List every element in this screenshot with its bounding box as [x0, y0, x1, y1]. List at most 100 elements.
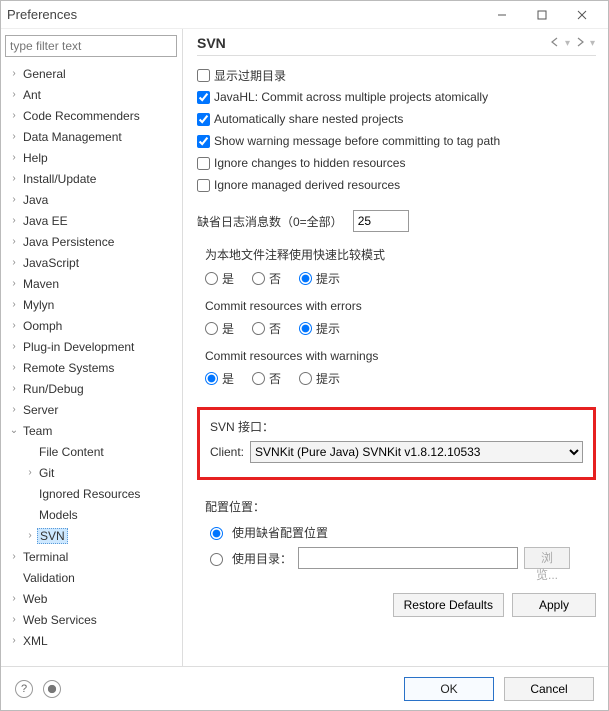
chevron-right-icon[interactable]: ›	[7, 89, 21, 100]
tree-item-plug-in-development[interactable]: ›Plug-in Development	[5, 336, 178, 357]
tree-item-help[interactable]: ›Help	[5, 147, 178, 168]
record-icon[interactable]	[43, 680, 61, 698]
tree-item-xml[interactable]: ›XML	[5, 630, 178, 651]
chevron-right-icon[interactable]: ›	[7, 593, 21, 604]
tree-item-server[interactable]: ›Server	[5, 399, 178, 420]
chevron-right-icon[interactable]: ›	[7, 152, 21, 163]
cancel-button[interactable]: Cancel	[504, 677, 594, 701]
config-dir-input[interactable]	[298, 547, 518, 569]
checkbox-input[interactable]	[197, 135, 210, 148]
chevron-right-icon[interactable]: ›	[7, 362, 21, 373]
radio-yes[interactable]: 是	[205, 320, 234, 337]
tree-item-svn[interactable]: ›SVN	[5, 525, 178, 546]
ok-button[interactable]: OK	[404, 677, 494, 701]
checkbox-input[interactable]	[197, 69, 210, 82]
tree-item-install-update[interactable]: ›Install/Update	[5, 168, 178, 189]
checkbox-input[interactable]	[197, 179, 210, 192]
checkbox-javahl[interactable]: JavaHL: Commit across multiple projects …	[197, 86, 596, 108]
chevron-right-icon[interactable]: ›	[7, 194, 21, 205]
checkbox-ignore-hidden[interactable]: Ignore changes to hidden resources	[197, 152, 596, 174]
checkbox-input[interactable]	[197, 91, 210, 104]
radio-prompt[interactable]: 提示	[299, 370, 340, 387]
tree-item-remote-systems[interactable]: ›Remote Systems	[5, 357, 178, 378]
chevron-right-icon[interactable]: ›	[7, 404, 21, 415]
radio-no[interactable]: 否	[252, 320, 281, 337]
client-select[interactable]: SVNKit (Pure Java) SVNKit v1.8.12.10533	[250, 441, 583, 463]
apply-button[interactable]: Apply	[512, 593, 596, 617]
nav-dropdown-icon[interactable]: ▾	[590, 38, 595, 49]
radio-no[interactable]: 否	[252, 270, 281, 287]
chevron-right-icon[interactable]: ›	[23, 530, 37, 541]
tree-item-file-content[interactable]: File Content	[5, 441, 178, 462]
help-icon[interactable]: ?	[15, 680, 33, 698]
tree-item-mylyn[interactable]: ›Mylyn	[5, 294, 178, 315]
chevron-right-icon[interactable]: ›	[7, 299, 21, 310]
restore-defaults-button[interactable]: Restore Defaults	[393, 593, 504, 617]
browse-button[interactable]: 浏览...	[524, 547, 570, 569]
chevron-right-icon[interactable]: ›	[7, 341, 21, 352]
tree-item-models[interactable]: Models	[5, 504, 178, 525]
tree-item-data-management[interactable]: ›Data Management	[5, 126, 178, 147]
default-log-row: 缺省日志消息数（0=全部）	[197, 210, 596, 232]
chevron-right-icon[interactable]: ›	[7, 551, 21, 562]
checkbox-input[interactable]	[197, 157, 210, 170]
nav-dropdown-icon[interactable]: ▾	[565, 38, 570, 49]
tree-item-terminal[interactable]: ›Terminal	[5, 546, 178, 567]
tree-item-java-ee[interactable]: ›Java EE	[5, 210, 178, 231]
chevron-right-icon[interactable]: ›	[7, 257, 21, 268]
tree-item-general[interactable]: ›General	[5, 63, 178, 84]
chevron-right-icon[interactable]: ›	[7, 278, 21, 289]
preferences-tree[interactable]: ›General›Ant›Code Recommenders›Data Mana…	[5, 63, 178, 651]
checkbox-warn-tag[interactable]: Show warning message before committing t…	[197, 130, 596, 152]
radio-label: 使用目录：	[232, 550, 292, 567]
tree-item-team[interactable]: ⌄Team	[5, 420, 178, 441]
default-log-input[interactable]	[353, 210, 409, 232]
chevron-right-icon[interactable]: ›	[7, 236, 21, 247]
tree-item-web-services[interactable]: ›Web Services	[5, 609, 178, 630]
tree-item-ignored-resources[interactable]: Ignored Resources	[5, 483, 178, 504]
tree-item-code-recommenders[interactable]: ›Code Recommenders	[5, 105, 178, 126]
tree-item-web[interactable]: ›Web	[5, 588, 178, 609]
tree-item-javascript[interactable]: ›JavaScript	[5, 252, 178, 273]
close-button[interactable]	[562, 1, 602, 29]
chevron-right-icon[interactable]: ›	[7, 383, 21, 394]
tree-item-maven[interactable]: ›Maven	[5, 273, 178, 294]
chevron-right-icon[interactable]: ›	[23, 467, 37, 478]
tree-item-oomph[interactable]: ›Oomph	[5, 315, 178, 336]
tree-item-validation[interactable]: Validation	[5, 567, 178, 588]
chevron-right-icon[interactable]: ›	[7, 110, 21, 121]
radio-yes[interactable]: 是	[205, 370, 234, 387]
filter-input[interactable]	[5, 35, 177, 57]
checkbox-ignore-derived[interactable]: Ignore managed derived resources	[197, 174, 596, 196]
maximize-button[interactable]	[522, 1, 562, 29]
tree-item-label: Models	[37, 508, 78, 522]
chevron-right-icon[interactable]: ›	[7, 614, 21, 625]
tree-item-java-persistence[interactable]: ›Java Persistence	[5, 231, 178, 252]
radio-yes[interactable]: 是	[205, 270, 234, 287]
tree-item-ant[interactable]: ›Ant	[5, 84, 178, 105]
tree-item-git[interactable]: ›Git	[5, 462, 178, 483]
chevron-down-icon[interactable]: ⌄	[7, 425, 21, 436]
config-dir-row[interactable]: 使用目录： 浏览...	[205, 545, 596, 571]
chevron-right-icon[interactable]: ›	[7, 635, 21, 646]
chevron-right-icon[interactable]: ›	[7, 68, 21, 79]
chevron-right-icon[interactable]: ›	[7, 131, 21, 142]
checkbox-show-outdated[interactable]: 显示过期目录	[197, 64, 596, 86]
tree-item-java[interactable]: ›Java	[5, 189, 178, 210]
minimize-button[interactable]	[482, 1, 522, 29]
radio-prompt[interactable]: 提示	[299, 270, 340, 287]
radio-no[interactable]: 否	[252, 370, 281, 387]
checkbox-auto-share[interactable]: Automatically share nested projects	[197, 108, 596, 130]
tree-item-label: Run/Debug	[21, 382, 84, 396]
chevron-right-icon[interactable]: ›	[7, 173, 21, 184]
config-default-row[interactable]: 使用缺省配置位置	[205, 519, 596, 545]
tree-item-run-debug[interactable]: ›Run/Debug	[5, 378, 178, 399]
chevron-right-icon[interactable]: ›	[7, 215, 21, 226]
radio-prompt[interactable]: 提示	[299, 320, 340, 337]
checkbox-input[interactable]	[197, 113, 210, 126]
forward-button[interactable]	[573, 36, 587, 51]
radio-default-config[interactable]	[210, 527, 223, 540]
chevron-right-icon[interactable]: ›	[7, 320, 21, 331]
radio-use-dir[interactable]	[210, 553, 223, 566]
back-button[interactable]	[548, 36, 562, 51]
